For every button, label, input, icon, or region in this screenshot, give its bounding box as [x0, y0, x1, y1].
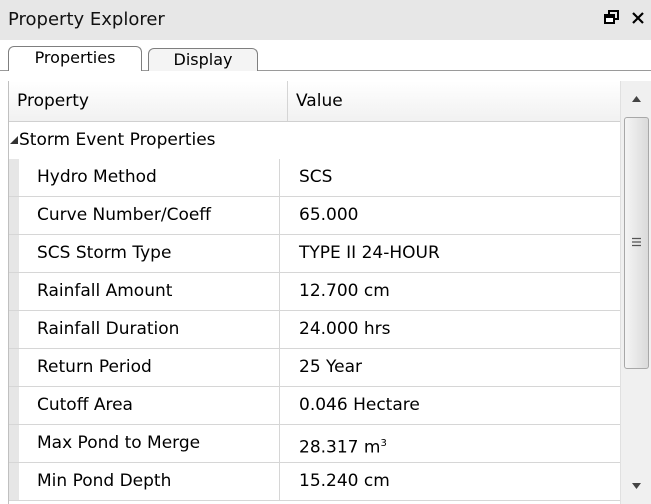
row-gutter: [9, 387, 19, 424]
category-row[interactable]: Storm Event Properties: [9, 122, 621, 159]
vertical-scrollbar[interactable]: [620, 81, 651, 504]
category-label: Storm Event Properties: [19, 130, 216, 150]
row-gutter: [9, 159, 19, 196]
value-text: 28.317 m: [299, 437, 381, 458]
property-name: SCS Storm Type: [19, 235, 280, 272]
property-name: Curve Number/Coeff: [19, 197, 280, 234]
property-value[interactable]: 0.046 Hectare: [290, 387, 619, 424]
header-property[interactable]: Property: [9, 81, 288, 121]
row-gutter: [9, 311, 19, 348]
property-row[interactable]: Min Pond Depth 15.240 cm: [9, 463, 621, 501]
property-name: Hydro Method: [19, 159, 280, 196]
close-icon[interactable]: [629, 7, 647, 29]
property-name: Return Period: [19, 349, 280, 386]
property-row[interactable]: SCS Storm Type TYPE II 24-HOUR: [9, 235, 621, 273]
property-value[interactable]: 15.240 cm: [290, 463, 619, 500]
property-row[interactable]: Cutoff Area 0.046 Hectare: [9, 387, 621, 425]
row-gutter: [9, 349, 19, 386]
scroll-down-arrow-icon[interactable]: [621, 468, 651, 504]
row-gutter: [9, 197, 19, 234]
property-value[interactable]: 65.000: [290, 197, 619, 234]
panel-titlebar: Property Explorer: [0, 0, 651, 40]
panel-title: Property Explorer: [8, 9, 165, 30]
panel-controls: [603, 7, 647, 29]
header-value[interactable]: Value: [288, 81, 616, 121]
property-name: Max Pond to Merge: [19, 425, 280, 462]
property-row[interactable]: Max Pond to Merge 28.317 m3: [9, 425, 621, 463]
property-name: Rainfall Amount: [19, 273, 280, 310]
thumb-grip-icon: [632, 237, 641, 247]
pin-icon[interactable]: [603, 7, 621, 29]
value-superscript: 3: [380, 438, 387, 449]
property-value[interactable]: 28.317 m3: [290, 425, 619, 462]
tab-display[interactable]: Display: [148, 48, 258, 71]
property-value[interactable]: 24.000 hrs: [290, 311, 619, 348]
property-name: Rainfall Duration: [19, 311, 280, 348]
scrollbar-thumb[interactable]: [624, 117, 649, 369]
collapse-triangle-icon[interactable]: [9, 135, 19, 145]
grid-header: Property Value: [9, 81, 621, 122]
property-row[interactable]: Curve Number/Coeff 65.000: [9, 197, 621, 235]
row-gutter: [9, 425, 19, 462]
tab-properties[interactable]: Properties: [8, 46, 142, 71]
property-value[interactable]: 25 Year: [290, 349, 619, 386]
property-row[interactable]: Rainfall Duration 24.000 hrs: [9, 311, 621, 349]
tab-strip: Properties Display: [0, 40, 651, 71]
property-value[interactable]: SCS: [290, 159, 619, 196]
property-value[interactable]: TYPE II 24-HOUR: [290, 235, 619, 272]
scroll-up-arrow-icon[interactable]: [621, 81, 651, 117]
property-rows: Hydro Method SCS Curve Number/Coeff 65.0…: [9, 159, 621, 501]
property-row[interactable]: Rainfall Amount 12.700 cm: [9, 273, 621, 311]
row-gutter: [9, 235, 19, 272]
property-row[interactable]: Hydro Method SCS: [9, 159, 621, 197]
row-gutter: [9, 273, 19, 310]
property-name: Min Pond Depth: [19, 463, 280, 500]
property-name: Cutoff Area: [19, 387, 280, 424]
property-grid: Property Value Storm Event Properties Hy…: [8, 81, 621, 504]
row-gutter: [9, 463, 19, 500]
property-row[interactable]: Return Period 25 Year: [9, 349, 621, 387]
property-value[interactable]: 12.700 cm: [290, 273, 619, 310]
